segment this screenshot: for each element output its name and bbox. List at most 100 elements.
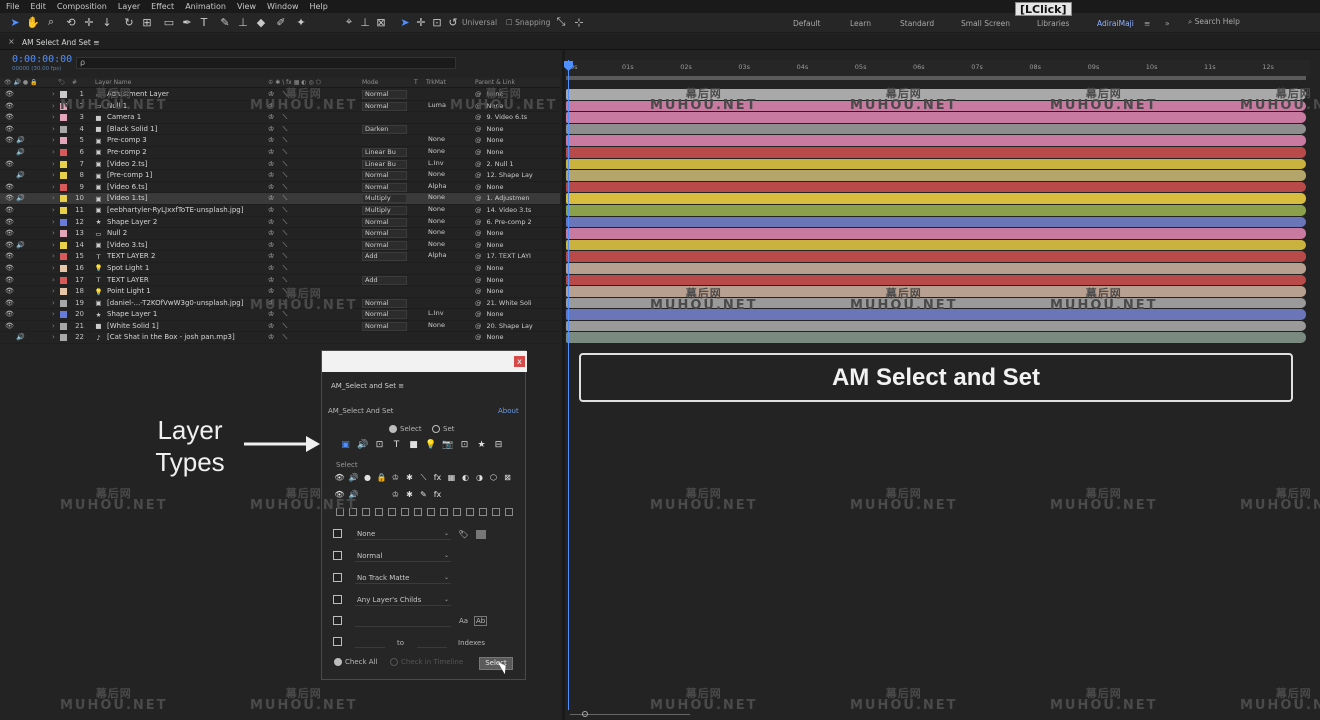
blend-mode-select[interactable]: Normal <box>362 217 407 227</box>
layer-switches[interactable]: ♔ ⟍ <box>268 90 358 99</box>
menu-layer[interactable]: Layer <box>118 2 140 11</box>
menu-view[interactable]: View <box>237 2 256 11</box>
blend-mode-select[interactable]: Normal <box>362 298 407 308</box>
label-dropdown[interactable]: None ⌄ <box>355 528 451 540</box>
label-color[interactable] <box>60 334 67 342</box>
panel-tab[interactable]: AM_Select and Set ≡ <box>331 382 404 390</box>
footage-type-icon[interactable]: ▣ <box>340 440 351 451</box>
audio-toggle-icon[interactable]: 🔊 <box>16 241 25 249</box>
layer-duration-bar[interactable] <box>566 286 1306 297</box>
layer-name-header[interactable]: Layer Name <box>95 79 131 86</box>
search-help[interactable]: ⌕ Search Help <box>1188 17 1240 27</box>
layer-name[interactable]: Spot Light 1 <box>107 264 262 272</box>
layer-duration-bar[interactable] <box>566 262 1306 274</box>
adjustment-type-icon[interactable]: ⊟ <box>493 440 504 451</box>
parent-select[interactable]: @20. Shape Lay <box>475 322 557 330</box>
adjustment-switch-icon[interactable]: ◑ <box>474 472 485 483</box>
video-toggle-icon[interactable]: 👁 <box>5 160 14 168</box>
video-toggle-icon[interactable]: 👁 <box>5 206 14 214</box>
audio-toggle-icon[interactable]: 🔊 <box>16 136 25 144</box>
expand-arrow-icon[interactable]: › <box>52 276 55 284</box>
parent-filter-checkbox[interactable] <box>333 595 342 604</box>
layer-switches[interactable]: ♔ ⟍ <box>268 183 358 192</box>
layer-name[interactable]: Shape Layer 1 <box>107 310 262 318</box>
current-time[interactable]: 0:00:00:00 <box>12 54 72 65</box>
blend-mode-select[interactable]: Normal <box>362 182 407 192</box>
video-toggle-icon[interactable]: 👁 <box>5 183 14 191</box>
layer-row[interactable]: 👁 🔊 › 10 ▣ [Video 1.ts] ♔ ⟍ Multiply None @1. Adj… <box>0 193 560 205</box>
label-color[interactable] <box>60 148 67 156</box>
video-toggle-icon[interactable]: 👁 <box>5 113 14 121</box>
expand-arrow-icon[interactable]: › <box>52 310 55 318</box>
parent-select[interactable]: @12. Shape Lay <box>475 171 557 179</box>
layer-switches[interactable]: ♔ ⟍ <box>268 299 358 308</box>
track-matte-select[interactable]: None <box>426 194 468 203</box>
index-to-input[interactable] <box>417 636 447 648</box>
local-axis-icon[interactable]: ⌖ <box>342 15 356 29</box>
frame-blend-switch-icon[interactable]: ▦ <box>446 472 457 483</box>
layer-switches[interactable]: ♔ ⟍ <box>268 113 358 122</box>
world-axis-icon[interactable]: ⊥ <box>358 15 372 29</box>
audio-type-icon[interactable]: 🔊 <box>357 440 368 451</box>
blend-filter-checkbox[interactable] <box>333 551 342 560</box>
menu-effect[interactable]: Effect <box>151 2 174 11</box>
track-matte-select[interactable]: None <box>426 322 468 331</box>
video-toggle-icon[interactable]: 👁 <box>5 322 14 330</box>
pickwhip-icon[interactable]: @ <box>475 194 482 202</box>
label-color[interactable] <box>60 125 67 133</box>
collapse-switch-icon[interactable]: ✱ <box>404 472 415 483</box>
track-matte-select[interactable]: Alpha <box>426 252 468 261</box>
layer-duration-bar[interactable] <box>566 112 1306 123</box>
label-color[interactable] <box>60 288 67 296</box>
toggle-11[interactable] <box>466 508 474 516</box>
expand-arrow-icon[interactable]: › <box>52 322 55 330</box>
blend-mode-select[interactable]: Linear Bu <box>362 159 407 169</box>
roto-brush-icon[interactable]: ✐ <box>274 15 288 29</box>
label-color[interactable] <box>60 183 67 191</box>
layer-duration-bar[interactable] <box>566 181 1306 193</box>
workspace-adiraimaji[interactable]: AdiraiMaji <box>1097 19 1134 28</box>
layer-switches[interactable]: ♔ ⟍ <box>268 194 358 203</box>
label-color-swatch[interactable] <box>476 530 486 539</box>
track-matte-select[interactable]: L.Inv <box>426 160 468 169</box>
toggle-13[interactable] <box>492 508 500 516</box>
video-toggle-icon[interactable]: 👁 <box>5 125 14 133</box>
blend-mode-dropdown[interactable]: Normal ⌄ <box>355 550 451 562</box>
label-color[interactable] <box>60 311 67 319</box>
blend-mode-select[interactable]: Add <box>362 252 407 262</box>
layer-row[interactable]: 🔊 › 8 ▣ [Pre-comp 1] ♔ ⟍ Normal None @12. Shape … <box>0 170 560 182</box>
video-off-switch-icon[interactable]: 👁 <box>334 489 345 500</box>
clone-stamp-icon[interactable]: ⊥ <box>236 15 250 29</box>
selection-tool-icon[interactable]: ➤ <box>8 15 22 29</box>
playhead-line[interactable] <box>568 60 569 710</box>
3d-switch-icon[interactable]: ⬡ <box>488 472 499 483</box>
audio-toggle-icon[interactable]: 🔊 <box>16 148 25 156</box>
layer-switches[interactable]: ♔ ⟍ <box>268 241 358 250</box>
layer-name[interactable]: Camera 1 <box>107 113 262 121</box>
expand-arrow-icon[interactable]: › <box>52 113 55 121</box>
blend-mode-select[interactable]: Normal <box>362 310 407 320</box>
expand-arrow-icon[interactable]: › <box>52 136 55 144</box>
type-tool-icon[interactable]: T <box>197 15 211 29</box>
expand-arrow-icon[interactable]: › <box>52 241 55 249</box>
menu-edit[interactable]: Edit <box>30 2 46 11</box>
label-color[interactable] <box>60 299 67 307</box>
lock-switch-icon[interactable]: 🔒 <box>376 472 387 483</box>
label-color[interactable] <box>60 230 67 238</box>
blend-mode-select[interactable]: Darken <box>362 124 407 134</box>
blend-mode-select[interactable]: Multiply <box>362 205 407 215</box>
expand-arrow-icon[interactable]: › <box>52 252 55 260</box>
label-color[interactable] <box>60 276 67 284</box>
blend-mode-select[interactable]: Normal <box>362 240 407 250</box>
layer-name[interactable]: [Video 1.ts] <box>107 194 262 202</box>
layer-duration-bar[interactable] <box>566 100 1306 112</box>
track-matte-select[interactable]: Alpha <box>426 183 468 192</box>
quality-off-switch-icon[interactable]: ✎ <box>418 489 429 500</box>
video-toggle-icon[interactable]: 👁 <box>5 90 14 98</box>
blend-mode-select[interactable]: Add <box>362 275 407 285</box>
layer-duration-bar[interactable] <box>566 146 1306 158</box>
track-matte-select[interactable]: None <box>426 171 468 180</box>
collapse-off-switch-icon[interactable]: ✱ <box>404 489 415 500</box>
layer-name[interactable]: [Video 3.ts] <box>107 241 262 249</box>
track-matte-select[interactable]: None <box>426 148 468 157</box>
